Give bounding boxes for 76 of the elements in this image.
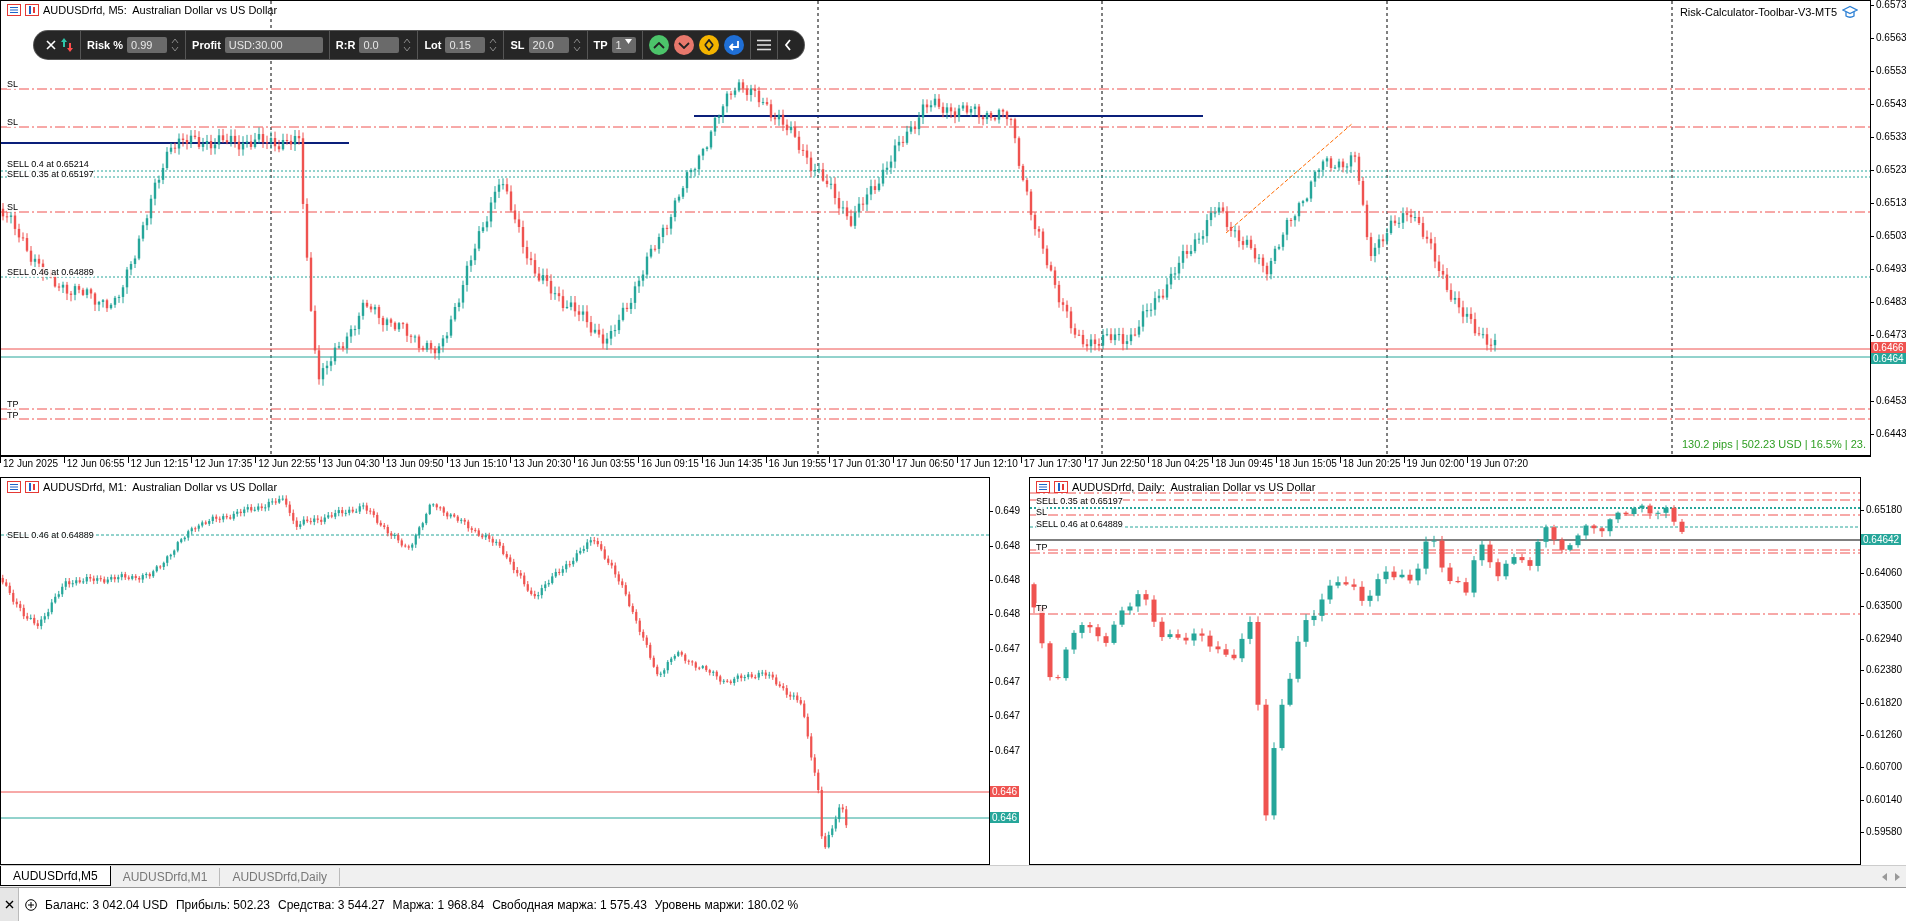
indicator-name: Risk-Calculator-Toolbar-V3-MT5 [1679, 6, 1837, 18]
price-tick: 0.6553 [1871, 65, 1906, 77]
order-line-label: SELL 0.4 at 0.65214 [7, 159, 89, 169]
price-tick: 0.6513 [1871, 197, 1906, 209]
chart-tab[interactable]: AUDUSDrfd,M5 [0, 866, 111, 887]
order-line-label: SELL 0.35 at 0.65197 [7, 169, 94, 179]
chart-tab[interactable]: AUDUSDrfd,Daily [220, 868, 341, 887]
order-line-label: SELL 0.35 at 0.65197 [1036, 496, 1123, 507]
chart-title: AUDUSDrfd, Daily: Australian Dollar vs US Dollar [1072, 481, 1316, 494]
field-label: Risk % [87, 39, 124, 51]
price-tick: 0.62940 [1861, 633, 1903, 646]
field-label: R:R [335, 39, 356, 51]
account-value: Баланс: 3 042.04 USD [45, 897, 168, 912]
order-line-label: TP [1036, 542, 1048, 553]
chart-tab[interactable]: AUDUSDrfd,M1 [110, 868, 221, 887]
field-label: SL [510, 39, 525, 51]
order-line-label: SL [1036, 507, 1047, 518]
order-line-label: SELL 0.46 at 0.64889 [1036, 519, 1123, 530]
price-tick: 0.60700 [1861, 761, 1903, 774]
input-field[interactable]: USD:30.00 [224, 37, 323, 53]
price-tick: 0.6443 [1871, 428, 1906, 440]
price-badge: 0.646 [990, 786, 1020, 798]
price-tick: 0.648 [990, 608, 1021, 621]
price-tick: 0.6453 [1871, 395, 1906, 407]
chart-title: AUDUSDrfd, M5: Australian Dollar vs US Dollar [43, 4, 278, 16]
order-line-label: SELL 0.46 at 0.64889 [7, 267, 94, 277]
price-tick: 0.6483 [1871, 296, 1906, 308]
account-value: Прибыль: 502.23 [175, 897, 271, 912]
field-label: TP [593, 39, 608, 51]
price-badge: 0.6464 [1871, 353, 1906, 364]
price-tick: 0.6473 [1871, 329, 1906, 341]
order-line-label: SL [7, 79, 18, 89]
order-line-label: TP [7, 410, 19, 420]
order-line-label: TP [7, 399, 19, 409]
input-field[interactable]: 0.99 [127, 37, 168, 53]
account-value: Средства: 3 544.27 [278, 897, 385, 912]
input-field[interactable]: 20.0 [528, 37, 569, 53]
price-tick: 0.61820 [1861, 697, 1903, 710]
price-tick: 0.6573 [1871, 0, 1906, 11]
price-tick: 0.63500 [1861, 600, 1903, 613]
field-label: Profit [192, 39, 221, 51]
order-line-label: SL [7, 202, 18, 212]
price-badge: 0.646 [990, 812, 1020, 824]
chart-title: AUDUSDrfd, M1: Australian Dollar vs US Dollar [43, 481, 278, 494]
price-tick: 0.64060 [1861, 567, 1903, 580]
price-badge: 0.6466 [1871, 342, 1906, 353]
price-tick: 0.61260 [1861, 729, 1903, 742]
price-tick: 0.647 [990, 745, 1021, 758]
input-field[interactable]: 0.15 [445, 37, 486, 53]
account-value: Уровень маржи: 180.02 % [654, 897, 799, 912]
order-line-label: TP [1036, 603, 1048, 614]
account-value: Маржа: 1 968.84 [392, 897, 485, 912]
order-line-label: SL [7, 117, 18, 127]
account-value: Свободная маржа: 1 575.43 [492, 897, 647, 912]
field-label: Lot [424, 39, 442, 51]
price-tick: 0.65180 [1861, 504, 1903, 517]
price-tick: 0.6493 [1871, 263, 1906, 275]
price-tick: 0.649 [990, 505, 1021, 518]
price-tick: 0.6543 [1871, 98, 1906, 110]
price-tick: 0.6523 [1871, 164, 1906, 176]
price-tick: 0.59580 [1861, 826, 1903, 839]
price-tick: 0.62380 [1861, 664, 1903, 677]
order-line-label: SELL 0.46 at 0.64889 [7, 530, 94, 541]
price-tick: 0.60140 [1861, 794, 1903, 807]
price-tick: 0.647 [990, 676, 1021, 689]
price-tick: 0.6563 [1871, 32, 1906, 44]
trade-summary: 130.2 pips | 502.23 USD | 16.5% | 23. [1681, 438, 1866, 450]
price-tick: 0.6503 [1871, 230, 1906, 242]
input-field[interactable]: 0.0 [359, 37, 400, 53]
price-tick: 0.6533 [1871, 131, 1906, 143]
price-tick: 0.647 [990, 643, 1021, 656]
price-badge: 0.64642 [1861, 534, 1902, 546]
price-tick: 0.647 [990, 710, 1021, 723]
price-tick: 0.648 [990, 574, 1021, 587]
dropdown[interactable]: 1 [611, 37, 636, 53]
price-tick: 0.648 [990, 540, 1021, 553]
